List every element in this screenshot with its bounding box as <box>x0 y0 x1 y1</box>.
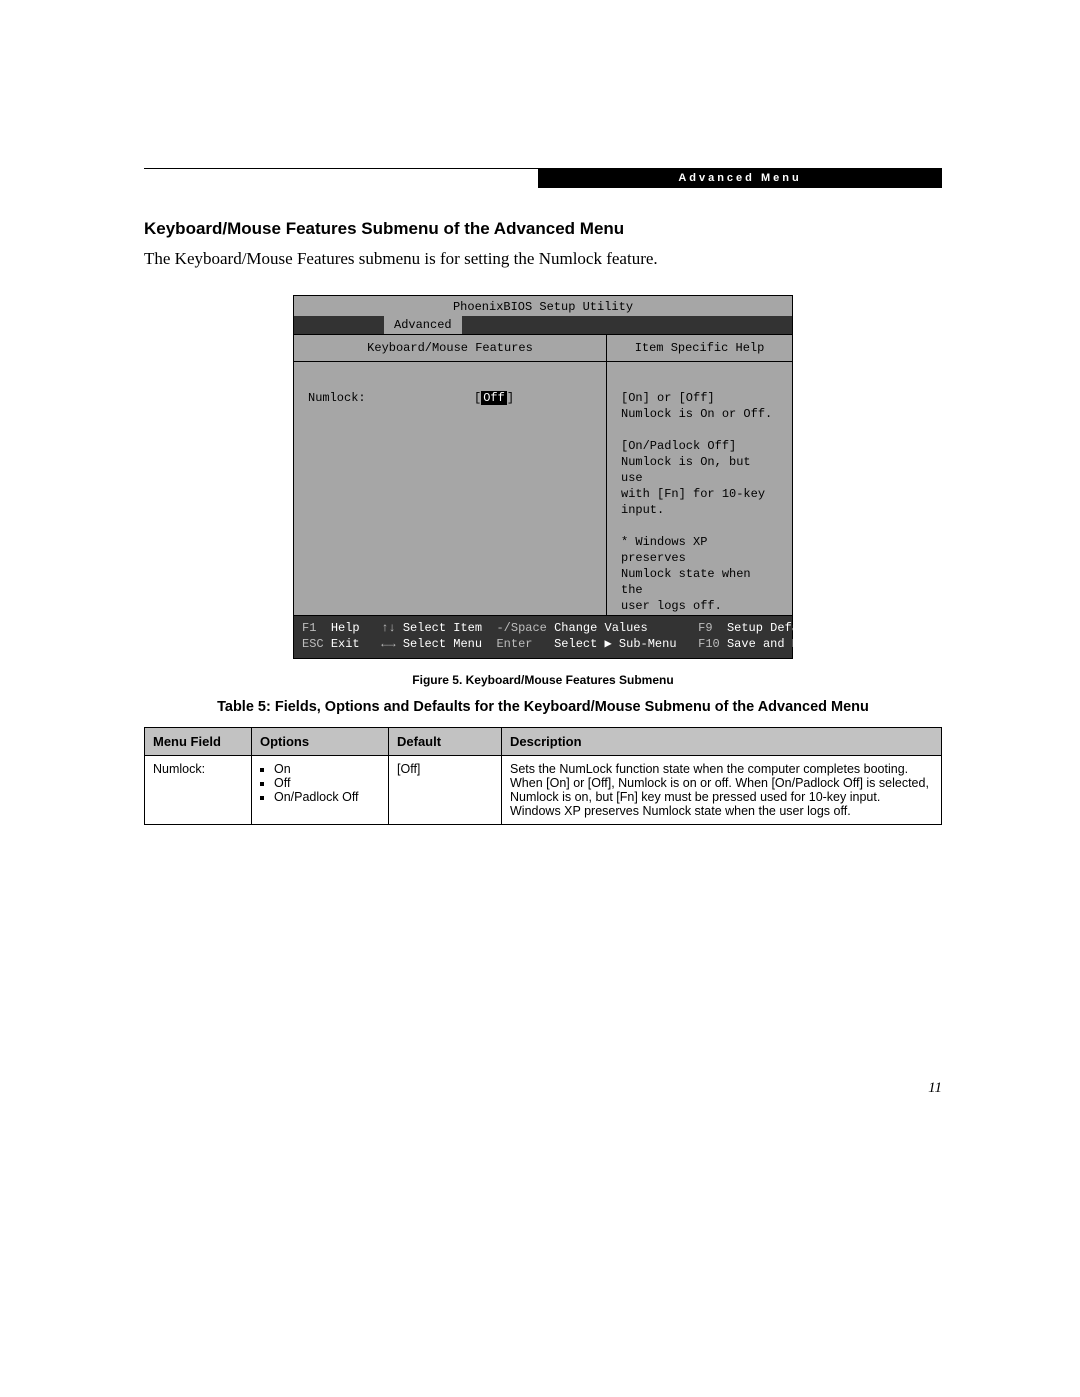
section-header-bar: Advanced Menu <box>538 168 942 188</box>
cell-options: On Off On/Padlock Off <box>252 756 389 825</box>
th-menu-field: Menu Field <box>145 728 252 756</box>
cell-default: [Off] <box>389 756 502 825</box>
bios-setting-row: Numlock: [Off] <box>308 390 606 406</box>
intro-paragraph: The Keyboard/Mouse Features submenu is f… <box>144 249 942 269</box>
fields-table: Menu Field Options Default Description N… <box>144 727 942 825</box>
page-number: 11 <box>928 1080 942 1097</box>
table-header-row: Menu Field Options Default Description <box>145 728 942 756</box>
figure-caption: Figure 5. Keyboard/Mouse Features Submen… <box>144 673 942 687</box>
bios-left-title: Keyboard/Mouse Features <box>294 335 606 362</box>
bios-key-f10: F10 <box>698 636 720 652</box>
bios-esc-text: Exit <box>331 636 360 652</box>
cell-description: Sets the NumLock function state when the… <box>502 756 942 825</box>
option-item: Off <box>274 776 380 790</box>
bios-setting-value-wrap: [Off] <box>474 390 514 406</box>
section-heading: Keyboard/Mouse Features Submenu of the A… <box>144 219 942 239</box>
bios-enter-text: Select ▶ Sub-Menu <box>554 636 676 652</box>
bios-key-f1: F1 <box>302 620 316 636</box>
th-default: Default <box>389 728 502 756</box>
bios-screenshot: PhoenixBIOS Setup Utility Advanced Keybo… <box>293 295 793 659</box>
bios-key-lr: ←→ <box>381 636 395 652</box>
bios-title: PhoenixBIOS Setup Utility <box>294 296 792 316</box>
option-item: On/Padlock Off <box>274 790 380 804</box>
bios-help-text: [On] or [Off] Numlock is On or Off. [On/… <box>607 362 792 615</box>
bios-lr-text: Select Menu <box>403 636 482 652</box>
bios-key-enter: Enter <box>496 636 532 652</box>
bios-updown-text: Select Item <box>403 620 482 636</box>
bios-right-title: Item Specific Help <box>607 335 792 362</box>
bios-f9-text: Setup Defaults <box>727 620 828 636</box>
th-options: Options <box>252 728 389 756</box>
bios-key-f1-label <box>316 620 330 636</box>
bios-active-tab: Advanced <box>384 316 462 334</box>
bios-menubar: Advanced <box>294 316 792 334</box>
bios-key-updown: ↑↓ <box>381 620 395 636</box>
bios-setting-label: Numlock: <box>308 390 474 406</box>
bios-setting-value: Off <box>481 391 507 405</box>
table-row: Numlock: On Off On/Padlock Off [Off] Set… <box>145 756 942 825</box>
bios-f10-text: Save and Exit <box>727 636 821 652</box>
bios-f1-text: Help <box>331 620 360 636</box>
table-title: Table 5: Fields, Options and Defaults fo… <box>144 699 942 715</box>
option-item: On <box>274 762 380 776</box>
bios-footer: F1 Help ↑↓ Select Item -/Space Change Va… <box>294 616 792 658</box>
cell-field: Numlock: <box>145 756 252 825</box>
bios-minus-text: Change Values <box>554 620 648 636</box>
th-description: Description <box>502 728 942 756</box>
bios-key-esc: ESC <box>302 636 324 652</box>
bios-key-minus: -/Space <box>496 620 546 636</box>
bios-key-f9: F9 <box>698 620 712 636</box>
